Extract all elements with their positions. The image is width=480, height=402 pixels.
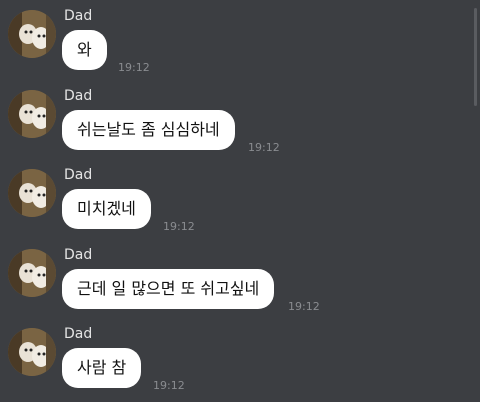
message-time: 19:12	[163, 220, 195, 233]
sender-name: Dad	[64, 88, 93, 104]
message-bubble[interactable]: 와	[62, 30, 107, 70]
sender-name: Dad	[64, 167, 93, 183]
avatar[interactable]	[8, 328, 56, 376]
message-time: 19:12	[248, 141, 280, 154]
message-bubble[interactable]: 사람 참	[62, 348, 142, 388]
sender-name: Dad	[64, 326, 93, 342]
message-row: Dad 쉬는날도 좀 심심하네 19:12	[0, 84, 470, 162]
message-bubble[interactable]: 근데 일 많으면 또 쉬고싶네	[62, 269, 275, 309]
dog-photo-avatar-icon	[8, 169, 56, 217]
chat-window: Dad 와 19:12 Dad 쉬는날도 좀 심심하네 19:12 Dad 미치…	[0, 0, 480, 402]
message-bubble[interactable]: 쉬는날도 좀 심심하네	[62, 110, 235, 150]
message-row: Dad 사람 참 19:12	[0, 322, 470, 400]
message-time: 19:12	[118, 61, 150, 74]
avatar[interactable]	[8, 90, 56, 138]
scrollbar[interactable]	[474, 8, 477, 106]
message-time: 19:12	[153, 379, 185, 392]
message-time: 19:12	[288, 300, 320, 313]
message-bubble[interactable]: 미치겠네	[62, 189, 151, 229]
dog-photo-avatar-icon	[8, 10, 56, 58]
dog-photo-avatar-icon	[8, 90, 56, 138]
avatar[interactable]	[8, 10, 56, 58]
dog-photo-avatar-icon	[8, 249, 56, 297]
avatar[interactable]	[8, 169, 56, 217]
avatar[interactable]	[8, 249, 56, 297]
sender-name: Dad	[64, 8, 93, 24]
message-row: Dad 와 19:12	[0, 4, 470, 82]
message-row: Dad 미치겠네 19:12	[0, 163, 470, 241]
dog-photo-avatar-icon	[8, 328, 56, 376]
message-row: Dad 근데 일 많으면 또 쉬고싶네 19:12	[0, 243, 470, 321]
sender-name: Dad	[64, 247, 93, 263]
